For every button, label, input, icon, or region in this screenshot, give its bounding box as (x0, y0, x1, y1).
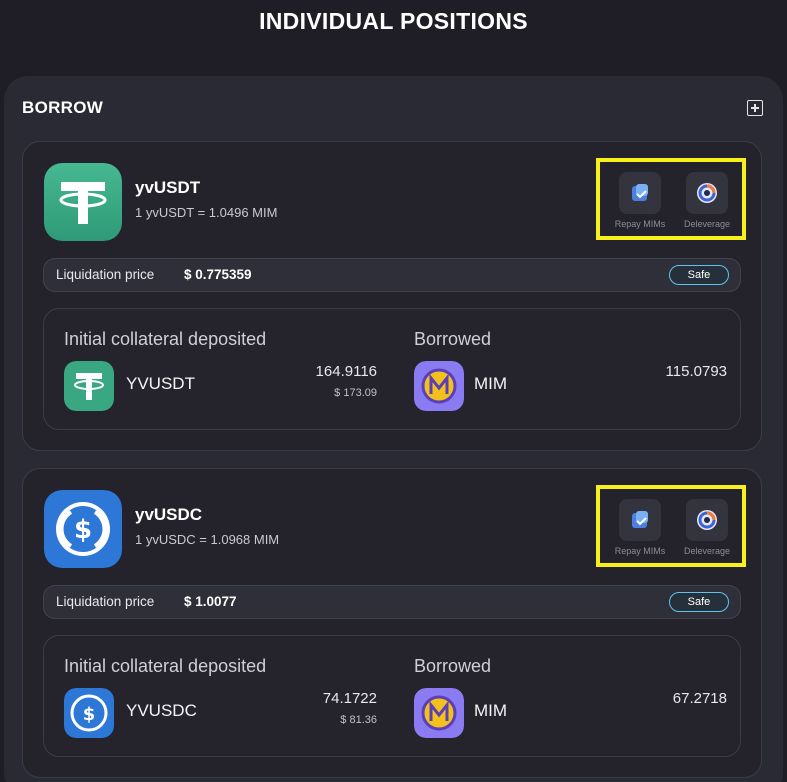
actions-highlight: Repay MIMs Deleverage (596, 158, 746, 240)
status-badge: Safe (669, 265, 729, 285)
collateral-usd: $ 81.36 (340, 714, 377, 726)
deleverage-label: Deleverage (683, 546, 731, 556)
deleverage-label: Deleverage (683, 219, 731, 229)
expand-plus-icon[interactable] (747, 100, 763, 116)
page-title: INDIVIDUAL POSITIONS (259, 8, 528, 34)
repay-label: Repay MIMs (614, 546, 666, 556)
liquidation-value: $ 0.775359 (184, 267, 252, 282)
collateral-amount: 74.1722 (322, 690, 377, 707)
borrow-panel: BORROW yvUSDT 1 yvUSDT = 1.0496 MIM Repa… (4, 76, 783, 782)
borrowed-asset: MIM (474, 701, 508, 720)
repay-label: Repay MIMs (614, 219, 666, 229)
tether-icon (44, 163, 122, 241)
status-badge: Safe (669, 592, 729, 612)
mim-icon (414, 688, 464, 738)
tether-icon (64, 361, 114, 411)
collateral-label: Initial collateral deposited (64, 329, 267, 349)
deleverage-button[interactable]: Deleverage (677, 499, 737, 556)
liquidation-label: Liquidation price (56, 267, 155, 282)
token-name: yvUSDT (135, 178, 201, 197)
liquidation-value: $ 1.0077 (184, 594, 237, 609)
usdc-icon: $ (44, 490, 122, 568)
position-card-yvusdt: yvUSDT 1 yvUSDT = 1.0496 MIM Repay MIMs (22, 141, 762, 451)
borrowed-asset: MIM (474, 374, 508, 393)
borrowed-amount: 115.0793 (665, 363, 727, 380)
collateral-asset: YVUSDC (126, 701, 197, 720)
position-details: Initial collateral deposited YVUSDT 164.… (43, 308, 741, 430)
liquidation-price-bar: Liquidation price $ 1.0077 Safe (43, 585, 741, 619)
collateral-usd: $ 173.09 (334, 387, 377, 399)
collateral-amount: 164.9116 (315, 363, 377, 380)
borrowed-amount: 67.2718 (672, 690, 727, 707)
repay-icon (632, 184, 648, 201)
svg-text:$: $ (74, 515, 92, 545)
liquidation-label: Liquidation price (56, 594, 155, 609)
mim-icon (414, 361, 464, 411)
collateral-asset: YVUSDT (126, 374, 195, 393)
position-card-yvusdc: $ yvUSDC 1 yvUSDC = 1.0968 MIM Repay MIM… (22, 468, 762, 778)
repay-icon (632, 511, 648, 528)
repay-mims-button[interactable]: Repay MIMs (610, 172, 670, 229)
actions-highlight: Repay MIMs Deleverage (596, 485, 746, 567)
borrowed-label: Borrowed (414, 656, 492, 676)
svg-text:$: $ (83, 704, 96, 725)
position-details: Initial collateral deposited $ YVUSDC 74… (43, 635, 741, 757)
token-name: yvUSDC (135, 505, 203, 524)
borrowed-label: Borrowed (414, 329, 492, 349)
exchange-rate: 1 yvUSDC = 1.0968 MIM (135, 532, 280, 547)
exchange-rate: 1 yvUSDT = 1.0496 MIM (135, 205, 278, 220)
deleverage-icon (697, 183, 717, 203)
collateral-label: Initial collateral deposited (64, 656, 267, 676)
usdc-icon: $ (64, 688, 114, 738)
repay-mims-button[interactable]: Repay MIMs (610, 499, 670, 556)
borrow-section-title: BORROW (22, 98, 104, 117)
deleverage-button[interactable]: Deleverage (677, 172, 737, 229)
deleverage-icon (697, 510, 717, 530)
liquidation-price-bar: Liquidation price $ 0.775359 Safe (43, 258, 741, 292)
